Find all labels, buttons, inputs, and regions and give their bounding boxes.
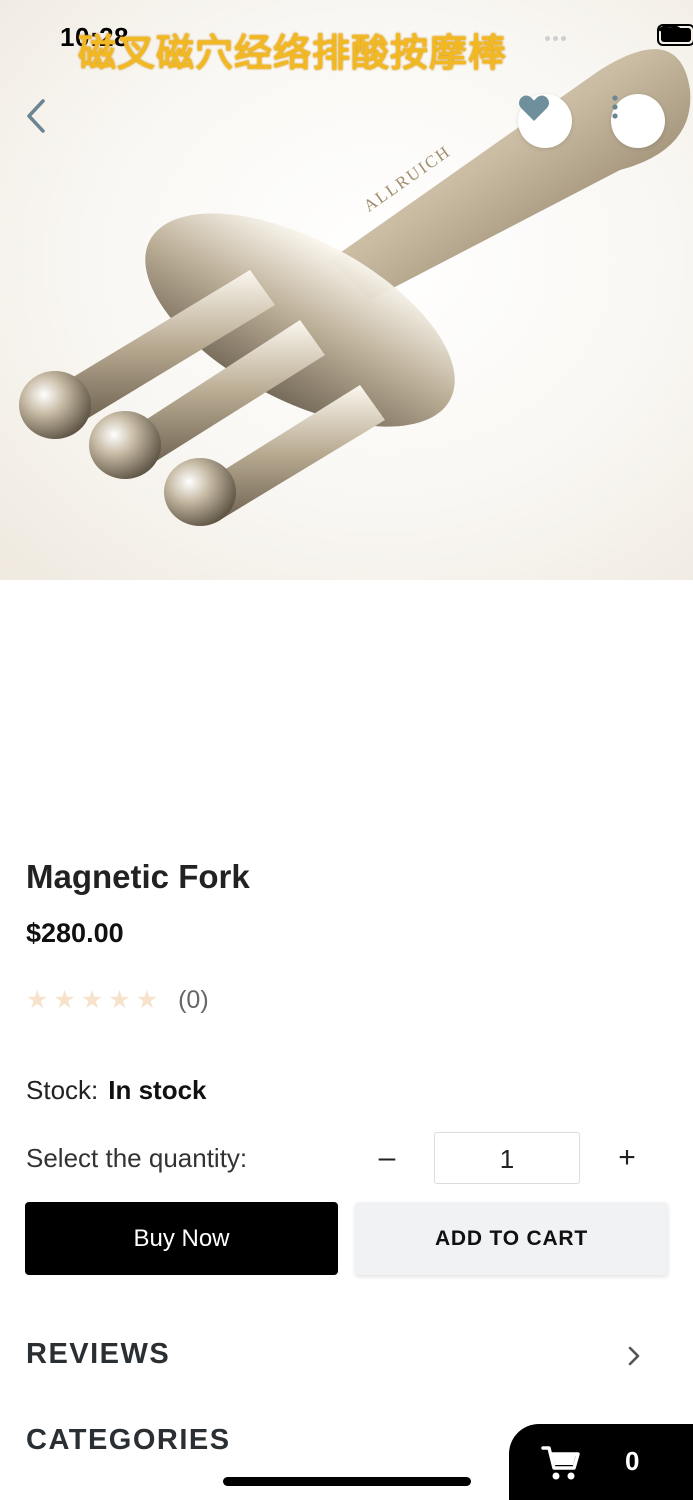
battery-icon (657, 24, 693, 46)
stock-label: Stock: (26, 1075, 99, 1105)
product-rating[interactable]: ★ ★ ★ ★ ★ (0) (26, 986, 209, 1015)
product-title: Magnetic Fork (26, 858, 250, 895)
add-to-cart-button[interactable]: ADD TO CART (355, 1202, 668, 1275)
chevron-right-icon[interactable] (624, 1341, 644, 1371)
star-icon: ★ (53, 986, 76, 1014)
product-price: $280.00 (26, 918, 124, 948)
star-icon: ★ (80, 986, 104, 1014)
stock-status: Stock: In stock (26, 1075, 207, 1106)
buy-now-button[interactable]: Buy Now (25, 1202, 338, 1275)
star-icon: ★ (135, 986, 159, 1014)
overlay-banner-text: 磁叉磁穴经络排酸按摩棒 (78, 31, 508, 75)
chevron-left-icon (27, 99, 45, 133)
magnetic-fork-illustration (19, 49, 691, 526)
quantity-decrement-button[interactable]: – (372, 1140, 402, 1176)
cart-count: 0 (625, 1446, 640, 1476)
cart-button[interactable]: 0 (509, 1424, 693, 1500)
home-indicator (223, 1477, 471, 1486)
stock-value: In stock (108, 1075, 207, 1105)
rating-stars: ★ ★ ★ ★ ★ (26, 988, 158, 1013)
more-options-button[interactable] (611, 94, 665, 148)
rating-count: (0) (178, 986, 209, 1014)
more-vertical-icon (612, 95, 618, 119)
star-icon: ★ (26, 986, 49, 1014)
product-image: ALLRUICH 10:28 磁叉磁穴经络排酸按摩棒 (0, 0, 693, 580)
banner-dots (545, 36, 566, 41)
quantity-increment-button[interactable]: + (612, 1140, 642, 1176)
quantity-label: Select the quantity: (26, 1143, 248, 1173)
back-button[interactable] (24, 98, 70, 144)
reviews-section-header[interactable]: REVIEWS (26, 1338, 170, 1371)
star-icon: ★ (108, 986, 131, 1014)
favorite-button[interactable] (518, 94, 572, 148)
categories-section-header[interactable]: CATEGORIES (26, 1424, 231, 1457)
shopping-cart-icon (541, 1446, 580, 1480)
heart-icon (518, 95, 550, 121)
quantity-input[interactable]: 1 (434, 1132, 580, 1184)
